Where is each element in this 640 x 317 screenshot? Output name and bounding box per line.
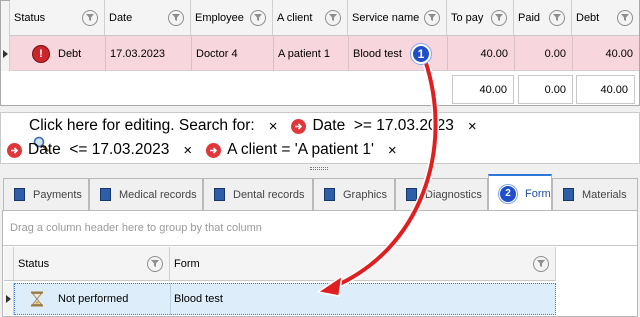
column-header-service-name[interactable]: Service name [348, 0, 447, 36]
column-header-debt[interactable]: Debt [572, 0, 639, 36]
condition-arrow-icon [7, 142, 22, 158]
remove-condition-icon[interactable]: × [183, 142, 192, 159]
paid-cell: 0.00 [544, 47, 566, 60]
row-pointer-icon [2, 49, 8, 58]
row-indicator-header [1, 1, 10, 37]
employee-cell: Doctor 4 [196, 47, 238, 60]
group-by-hint[interactable]: Drag a column header here to group by th… [10, 222, 262, 234]
tab-medical-records[interactable]: Medical records [89, 178, 203, 210]
filter-panel[interactable]: Click here for editing. Search for: × Da… [0, 112, 640, 164]
table-icon [324, 188, 335, 201]
filter-icon[interactable] [325, 9, 341, 26]
column-header-client[interactable]: A client [273, 0, 348, 36]
tab-materials[interactable]: Materials [552, 178, 638, 210]
filter-icon[interactable] [82, 9, 98, 26]
filter-icon[interactable] [250, 9, 266, 26]
step-1-badge: 1 [411, 44, 431, 64]
total-to-pay: 40.00 [452, 75, 514, 104]
tab-dental-records[interactable]: Dental records [203, 178, 313, 210]
column-header-to-pay[interactable]: To pay [447, 0, 514, 36]
column-header-date[interactable]: Date [105, 0, 191, 36]
column-header-status[interactable]: Status [10, 0, 105, 36]
filter-edit-prompt[interactable]: Click here for editing. Search for: [29, 117, 255, 135]
filter-icon[interactable] [424, 9, 440, 26]
column-header-status[interactable]: Status [14, 247, 170, 281]
to-pay-cell: 40.00 [480, 47, 508, 60]
filter-icon[interactable] [168, 9, 184, 26]
column-header-paid[interactable]: Paid [514, 0, 572, 36]
debt-warning-icon: ! [32, 44, 50, 63]
table-icon [406, 188, 417, 201]
form-status-cell: Not performed [30, 283, 128, 315]
filter-icon[interactable] [533, 255, 549, 272]
tab-payments[interactable]: Payments [3, 178, 89, 210]
form-name-cell: Blood test [174, 293, 223, 305]
row-pointer-icon [6, 295, 11, 303]
splitter-grip[interactable] [310, 167, 328, 170]
status-cell: ! Debt [28, 36, 105, 71]
remove-condition-icon[interactable]: × [388, 142, 397, 159]
hourglass-icon [30, 291, 44, 307]
debt-cell: 40.00 [605, 47, 633, 60]
search-icon [7, 118, 49, 152]
table-icon [100, 188, 111, 201]
filter-condition[interactable]: Date <= 17.03.2023 [28, 141, 169, 159]
row-indicator[interactable] [1, 36, 10, 71]
filter-condition[interactable]: Date >= 17.03.2023 [312, 117, 453, 135]
row-indicator-header [4, 247, 14, 281]
condition-arrow-icon [206, 142, 222, 158]
cell-divider [170, 283, 171, 315]
client-cell: A patient 1 [278, 47, 330, 60]
row-indicator[interactable] [4, 283, 14, 315]
column-header-employee[interactable]: Employee [191, 0, 273, 36]
condition-arrow-icon [291, 118, 307, 134]
filter-icon[interactable] [491, 9, 507, 26]
table-icon [214, 188, 225, 201]
remove-all-icon[interactable]: × [269, 118, 278, 135]
remove-condition-icon[interactable]: × [468, 118, 477, 135]
step-2-badge: 2 [499, 184, 517, 203]
table-icon [14, 188, 25, 201]
tab-graphics[interactable]: Graphics [313, 178, 395, 210]
total-paid: 0.00 [518, 75, 573, 104]
service-name-cell: Blood test [353, 47, 402, 60]
filter-icon[interactable] [549, 9, 565, 26]
filter-icon[interactable] [147, 255, 163, 272]
total-debt: 40.00 [576, 75, 635, 104]
filter-icon[interactable] [617, 9, 633, 26]
column-header-form[interactable]: Form [170, 247, 556, 281]
table-icon [563, 188, 574, 201]
tab-form[interactable]: 2 Form [488, 174, 552, 211]
filter-condition[interactable]: A client = 'A patient 1' [227, 141, 374, 159]
date-cell: 17.03.2023 [110, 47, 166, 60]
tab-diagnostics[interactable]: Diagnostics [395, 178, 488, 210]
